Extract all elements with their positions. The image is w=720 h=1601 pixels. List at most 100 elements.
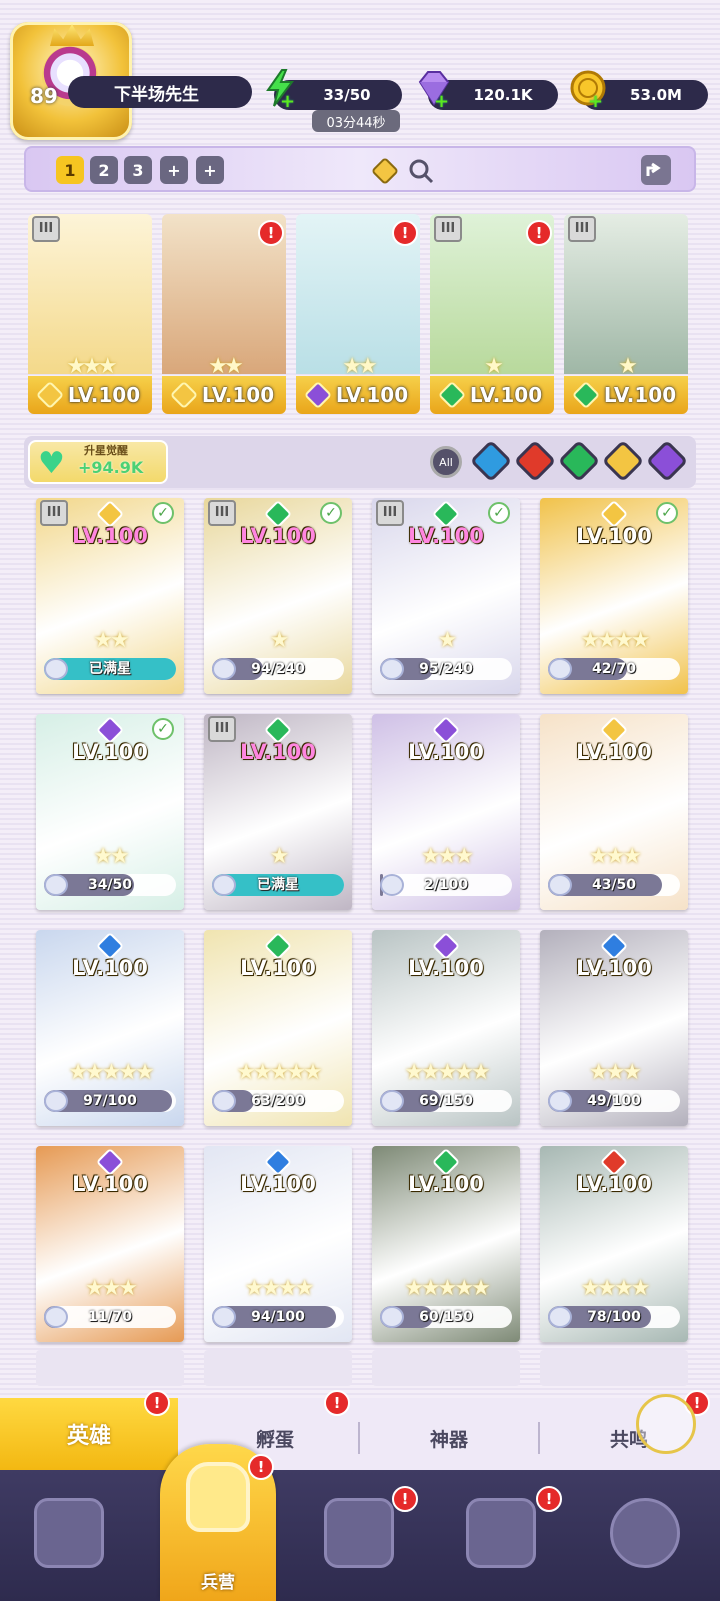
team-tab-3[interactable]: 3 xyxy=(124,156,152,184)
lineup-slot-3[interactable]: ! ★★ LV.100 xyxy=(296,214,420,414)
hero-stars: ★★ xyxy=(93,844,129,869)
add-stamina-icon[interactable]: + xyxy=(280,93,296,111)
checkmark-icon: ✓ xyxy=(152,502,174,524)
lineup-level-text: LV.100 xyxy=(335,383,409,407)
hero-stars: ★★★ xyxy=(588,1060,642,1085)
hero-stars: ★★★ xyxy=(588,844,642,869)
hero-card[interactable]: LV.100 ★★★★ 78/100 xyxy=(540,1146,688,1342)
gold-counter[interactable]: + 53.0M xyxy=(570,70,708,111)
add-gold-icon[interactable]: + xyxy=(588,93,604,111)
dark-filter-icon[interactable] xyxy=(645,439,689,483)
hero-card[interactable]: ✓ LV.100 ★★★★ 42/70 xyxy=(540,498,688,694)
hero-card[interactable]: LV.100 ★★★★★ 63/200 xyxy=(204,930,352,1126)
hero-stars: ★★★★★ xyxy=(404,1276,491,1301)
gold-value: 53.0M xyxy=(630,86,682,104)
star-progress-bar: 63/200 xyxy=(212,1090,344,1112)
hero-stars: ★★★ xyxy=(420,844,474,869)
rank-icon: III xyxy=(208,500,236,526)
stamina-counter[interactable]: + 33/50 xyxy=(266,69,402,111)
star-progress-bar: 2/100 xyxy=(380,874,512,896)
hero-level: LV.100 xyxy=(72,524,148,548)
hero-level: LV.100 xyxy=(240,1172,316,1196)
team-tab-2[interactable]: 2 xyxy=(90,156,118,184)
stamina-value: 33/50 xyxy=(323,86,371,104)
element-bonus-icon[interactable] xyxy=(370,156,400,186)
hero-stars: ★★★★ xyxy=(580,1276,651,1301)
notification-badge: ! xyxy=(526,220,552,246)
progress-text: 94/100 xyxy=(251,1309,305,1325)
hero-card[interactable]: LV.100 ★★★ 43/50 xyxy=(540,714,688,910)
lineup-level: LV.100 xyxy=(28,376,152,414)
lineup-level: LV.100 xyxy=(162,376,286,414)
lineup-level: LV.100 xyxy=(296,376,420,414)
crown-icon xyxy=(50,24,94,46)
hero-card[interactable]: LV.100 ★★★ 49/100 xyxy=(540,930,688,1126)
notification-badge: ! xyxy=(392,1486,418,1512)
gem-counter[interactable]: + 120.1K xyxy=(418,71,558,111)
search-icon[interactable] xyxy=(406,156,436,186)
hero-stars: ★★★★★ xyxy=(68,1060,155,1085)
team-tab-1[interactable]: 1 xyxy=(56,156,84,184)
player-name-bar[interactable]: 下半场先生 xyxy=(68,76,252,108)
hero-card[interactable]: LV.100 ★★★★ 94/100 xyxy=(204,1146,352,1342)
progress-text: 49/100 xyxy=(587,1093,641,1109)
notification-badge: ! xyxy=(144,1390,170,1416)
lineup-level-text: LV.100 xyxy=(603,383,677,407)
lineup-level-text: LV.100 xyxy=(469,383,543,407)
star-progress-bar: 49/100 xyxy=(548,1090,680,1112)
lineup-slot-5[interactable]: III ★ LV.100 xyxy=(564,214,688,414)
hero-card[interactable]: ✓ III LV.100 ★★ 已满星 xyxy=(36,498,184,694)
tab-artifacts[interactable]: 神器 xyxy=(364,1412,534,1464)
fire-filter-icon[interactable] xyxy=(513,439,557,483)
hero-stars: ★ xyxy=(269,844,290,869)
nav-book[interactable] xyxy=(314,1488,404,1578)
wind-filter-icon[interactable] xyxy=(557,439,601,483)
progress-text: 78/100 xyxy=(587,1309,641,1325)
progress-text: 63/200 xyxy=(251,1093,305,1109)
filter-all-button[interactable]: All xyxy=(430,446,462,478)
hero-card[interactable]: III LV.100 ★ 已满星 xyxy=(204,714,352,910)
rank-icon: III xyxy=(40,500,68,526)
lineup-slot-4[interactable]: III ! ★ LV.100 xyxy=(430,214,554,414)
hero-card[interactable]: LV.100 ★★★★★ 69/150 xyxy=(372,930,520,1126)
light-filter-icon[interactable] xyxy=(601,439,645,483)
hero-card[interactable]: ✓ III LV.100 ★ 94/240 xyxy=(204,498,352,694)
light-element-icon xyxy=(35,380,65,410)
water-filter-icon[interactable] xyxy=(469,439,513,483)
team-tab-add-2[interactable]: + xyxy=(196,156,224,184)
add-gems-icon[interactable]: + xyxy=(434,93,450,111)
lineup-slot-1[interactable]: III ★★★ LV.100 xyxy=(28,214,152,414)
hero-stars: ★★★★★ xyxy=(404,1060,491,1085)
notification-badge: ! xyxy=(536,1486,562,1512)
hero-stars: ★★★★ xyxy=(580,628,651,653)
light-element-icon xyxy=(169,380,199,410)
hero-level: LV.100 xyxy=(576,740,652,764)
top-bar: 下半场先生 89 + 33/50 03分44秒 + 120.1K + 53.0M xyxy=(0,0,720,140)
hero-card[interactable]: ✓ LV.100 ★★ 34/50 xyxy=(36,714,184,910)
player-level: 89 xyxy=(30,84,58,108)
team-tab-add-1[interactable]: + xyxy=(160,156,188,184)
star-awaken-button[interactable]: ♥ 升星觉醒 +94.9K xyxy=(28,440,168,484)
notification-badge: ! xyxy=(392,220,418,246)
nav-shop[interactable] xyxy=(456,1488,546,1578)
rank-icon: III xyxy=(568,216,596,242)
hero-card[interactable]: ✓ III LV.100 ★ 95/240 xyxy=(372,498,520,694)
hero-level: LV.100 xyxy=(408,740,484,764)
heart-icon: ♥ xyxy=(38,446,65,481)
hero-filter-bar: ♥ 升星觉醒 +94.9K All xyxy=(24,436,696,488)
nav-guild[interactable] xyxy=(600,1488,690,1578)
hero-stars: ★★ xyxy=(93,628,129,653)
progress-text: 97/100 xyxy=(83,1093,137,1109)
star-progress-bar: 94/240 xyxy=(212,658,344,680)
hero-card[interactable]: LV.100 ★★★ 11/70 xyxy=(36,1146,184,1342)
floating-menu-button[interactable] xyxy=(636,1394,696,1454)
hero-level: LV.100 xyxy=(72,740,148,764)
hero-card[interactable]: LV.100 ★★★★★ 97/100 xyxy=(36,930,184,1126)
nav-cards[interactable] xyxy=(24,1488,114,1578)
star-progress-bar: 97/100 xyxy=(44,1090,176,1112)
lineup-slot-2[interactable]: ! ★★ LV.100 xyxy=(162,214,286,414)
star-progress-bar: 94/100 xyxy=(212,1306,344,1328)
share-icon[interactable] xyxy=(638,152,674,188)
hero-card[interactable]: LV.100 ★★★ 2/100 xyxy=(372,714,520,910)
hero-card[interactable]: LV.100 ★★★★★ 60/150 xyxy=(372,1146,520,1342)
